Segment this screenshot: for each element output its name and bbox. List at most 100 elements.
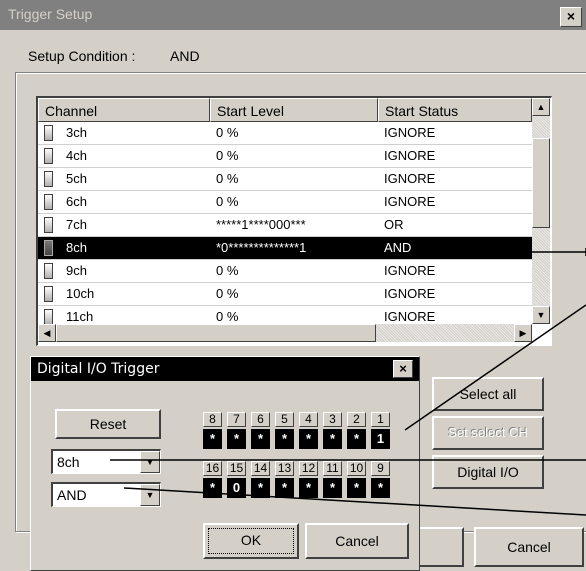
channel-table[interactable]: Channel Start Level Start Status 3ch 0 % I… xyxy=(36,96,552,346)
table-row[interactable]: 10ch 0 % IGNORE xyxy=(38,283,532,306)
bit-number: 2 xyxy=(347,412,366,427)
bit-value-toggle[interactable]: * xyxy=(251,478,270,498)
start-status-cell: IGNORE xyxy=(384,263,436,278)
channel-cell: 9ch xyxy=(66,263,87,278)
window-title: Trigger Setup xyxy=(8,6,93,22)
bit-number: 11 xyxy=(323,461,342,476)
scroll-thumb[interactable] xyxy=(532,138,550,228)
bit-value-toggle[interactable]: 1 xyxy=(371,429,390,449)
bit-value-toggle[interactable]: * xyxy=(299,478,318,498)
channel-icon xyxy=(44,286,53,302)
channel-icon xyxy=(44,125,53,141)
bit-value-toggle[interactable]: * xyxy=(275,429,294,449)
start-level-cell: *0**************1 xyxy=(216,240,307,255)
condition-select[interactable]: AND ▼ xyxy=(51,482,161,507)
setup-condition-value: AND xyxy=(170,48,200,64)
bit-number: 12 xyxy=(299,461,318,476)
column-header-start-status[interactable]: Start Status xyxy=(378,98,532,122)
bit-value-toggle[interactable]: * xyxy=(251,429,270,449)
start-level-cell: 0 % xyxy=(216,148,239,163)
channel-icon xyxy=(44,148,53,164)
table-row[interactable]: 4ch 0 % IGNORE xyxy=(38,145,532,168)
start-status-cell: IGNORE xyxy=(384,171,436,186)
channel-cell: 11ch xyxy=(66,309,94,324)
channel-icon xyxy=(44,309,53,325)
bit-value-toggle[interactable]: * xyxy=(299,429,318,449)
dialog-title: Digital I/O Trigger xyxy=(37,361,160,377)
channel-cell: 3ch xyxy=(66,125,87,140)
bit-value-toggle[interactable]: * xyxy=(203,429,222,449)
table-row[interactable]: 9ch 0 % IGNORE xyxy=(38,260,532,283)
digital-io-button[interactable]: Digital I/O xyxy=(432,455,544,489)
horizontal-scrollbar[interactable]: ◀ ▶ xyxy=(38,324,532,342)
column-header-channel[interactable]: Channel xyxy=(38,98,210,122)
vertical-scrollbar[interactable]: ▲ ▼ xyxy=(532,98,550,324)
table-row[interactable]: 5ch 0 % IGNORE xyxy=(38,168,532,191)
start-status-cell: IGNORE xyxy=(384,125,436,140)
channel-icon xyxy=(44,263,53,279)
start-level-cell: 0 % xyxy=(216,286,239,301)
channel-select[interactable]: 8ch ▼ xyxy=(51,449,161,474)
dialog-cancel-button[interactable]: Cancel xyxy=(305,523,409,559)
bit-number: 8 xyxy=(203,412,222,427)
close-icon[interactable]: × xyxy=(560,7,582,27)
bit-number: 10 xyxy=(347,461,366,476)
bit-value-toggle[interactable]: * xyxy=(203,478,222,498)
bit-number: 6 xyxy=(251,412,270,427)
channel-icon xyxy=(44,171,53,187)
title-bar: Trigger Setup × xyxy=(0,0,586,30)
bit-value-toggle[interactable]: * xyxy=(323,478,342,498)
arrow-up-icon[interactable]: ▲ xyxy=(532,98,550,116)
column-header-start-level[interactable]: Start Level xyxy=(210,98,378,122)
channel-icon xyxy=(44,240,53,256)
bit-value-toggle[interactable]: * xyxy=(347,429,366,449)
setup-condition-label: Setup Condition : xyxy=(28,48,136,64)
channel-cell: 4ch xyxy=(66,148,87,163)
channel-icon xyxy=(44,217,53,233)
reset-button[interactable]: Reset xyxy=(55,409,161,439)
dialog-title-bar: Digital I/O Trigger × xyxy=(31,357,419,381)
start-level-cell: *****1****000*** xyxy=(216,217,306,232)
start-status-cell: IGNORE xyxy=(384,194,436,209)
start-status-cell: OR xyxy=(384,217,404,232)
scroll-thumb[interactable] xyxy=(56,324,376,342)
table-row[interactable]: 7ch *****1****000*** OR xyxy=(38,214,532,237)
bit-number: 16 xyxy=(203,461,222,476)
channel-cell: 6ch xyxy=(66,194,87,209)
start-status-cell: IGNORE xyxy=(384,309,436,324)
arrow-down-icon[interactable]: ▼ xyxy=(532,306,550,324)
channel-cell: 7ch xyxy=(66,217,87,232)
chevron-down-icon[interactable]: ▼ xyxy=(140,451,160,473)
close-icon[interactable]: × xyxy=(393,360,413,378)
bit-value-toggle[interactable]: * xyxy=(227,429,246,449)
arrow-right-icon[interactable]: ▶ xyxy=(514,324,532,342)
start-status-cell: AND xyxy=(384,240,412,255)
bit-number: 5 xyxy=(275,412,294,427)
bit-value-toggle[interactable]: 0 xyxy=(227,478,246,498)
bit-number: 9 xyxy=(371,461,390,476)
bit-value-toggle[interactable]: * xyxy=(347,478,366,498)
table-row[interactable]: 8ch *0**************1 AND xyxy=(38,237,532,260)
channel-cell: 5ch xyxy=(66,171,87,186)
bit-number: 13 xyxy=(275,461,294,476)
select-all-button[interactable]: Select all xyxy=(432,377,544,411)
start-status-cell: IGNORE xyxy=(384,286,436,301)
chevron-down-icon[interactable]: ▼ xyxy=(140,484,160,506)
bit-number: 4 xyxy=(299,412,318,427)
digital-io-trigger-dialog: Digital I/O Trigger × Reset 8ch ▼ AND ▼ … xyxy=(30,356,420,571)
bit-number: 14 xyxy=(251,461,270,476)
bit-number: 7 xyxy=(227,412,246,427)
bit-value-toggle[interactable]: * xyxy=(275,478,294,498)
bit-value-toggle[interactable]: * xyxy=(371,478,390,498)
channel-icon xyxy=(44,194,53,210)
cancel-button[interactable]: Cancel xyxy=(474,527,584,567)
start-level-cell: 0 % xyxy=(216,194,239,209)
bit-value-toggle[interactable]: * xyxy=(323,429,342,449)
table-row[interactable]: 6ch 0 % IGNORE xyxy=(38,191,532,214)
table-row[interactable]: 3ch 0 % IGNORE xyxy=(38,122,532,145)
bit-number: 15 xyxy=(227,461,246,476)
dialog-ok-button[interactable]: OK xyxy=(203,523,299,559)
set-select-ch-button[interactable]: Set select CH xyxy=(432,416,544,450)
channel-select-value: 8ch xyxy=(57,454,80,470)
arrow-left-icon[interactable]: ◀ xyxy=(38,324,56,342)
